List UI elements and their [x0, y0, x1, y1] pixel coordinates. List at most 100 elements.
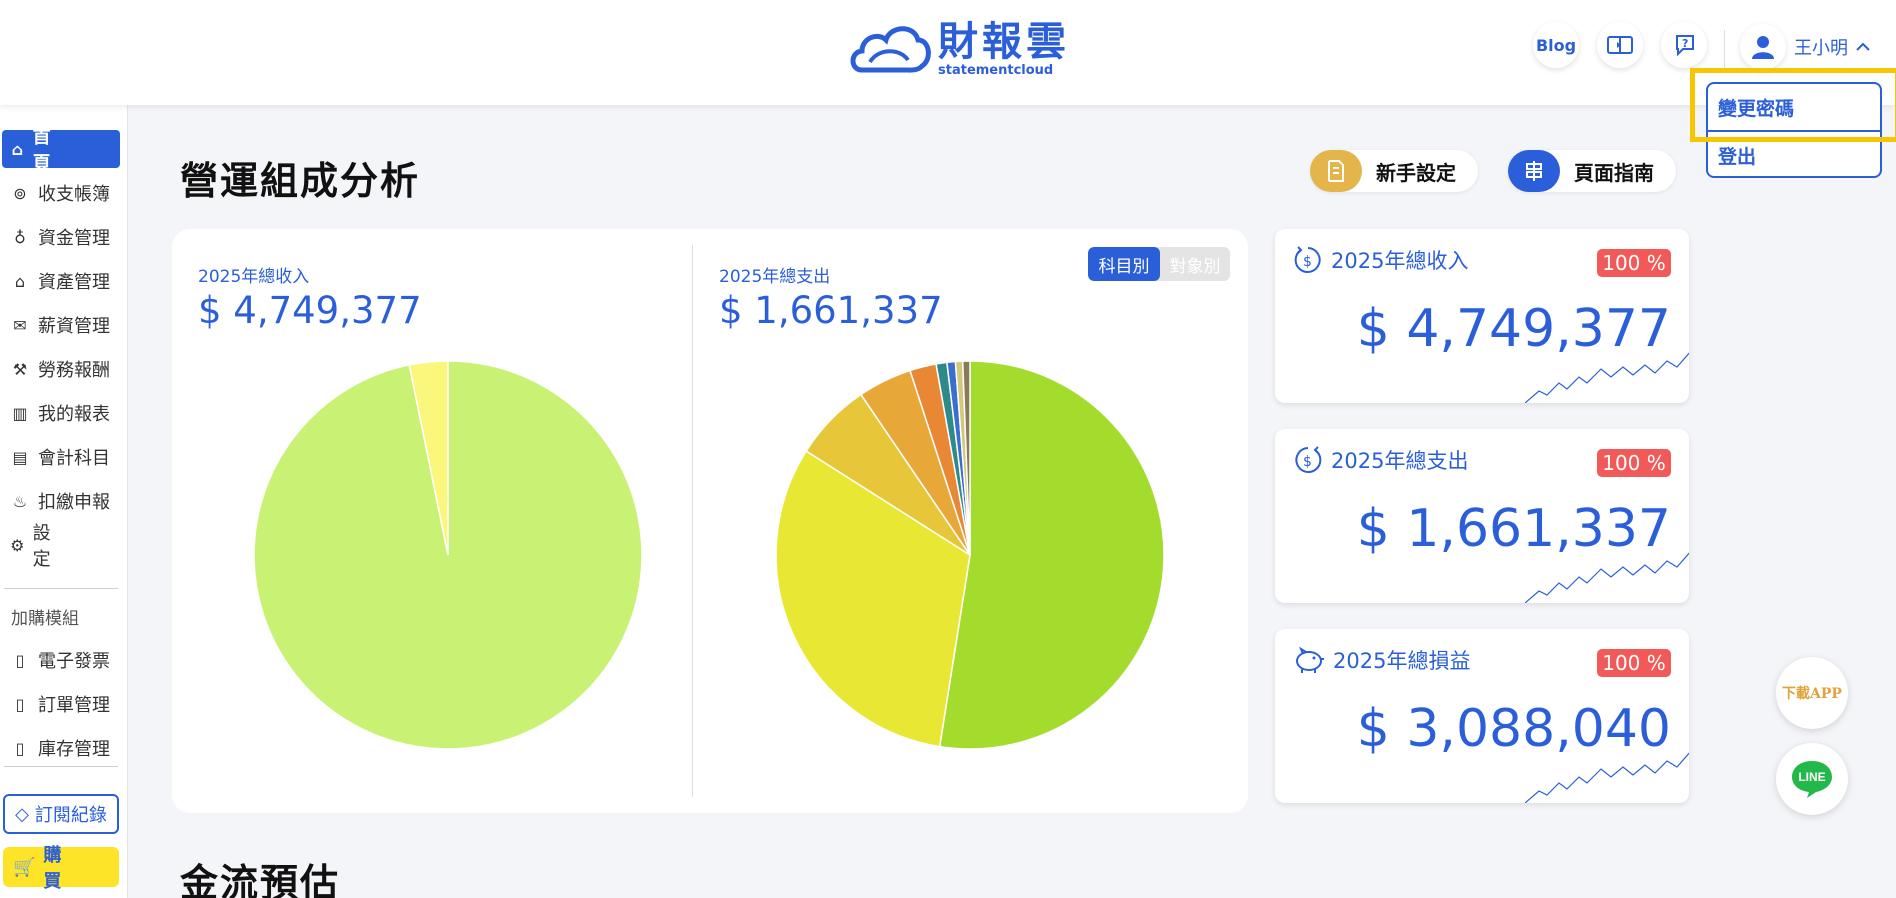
sidebar-item-label: 庫存管理: [38, 739, 110, 760]
sidebar-item-label: 勞務報酬: [38, 360, 110, 381]
withholding-icon: ♨: [12, 491, 28, 511]
page-title: 營運組成分析: [180, 159, 421, 203]
sidebar-item-reports[interactable]: ▥ 我的報表: [2, 394, 120, 432]
video-book-icon: [1607, 36, 1633, 54]
help-chat-icon: ?: [1676, 35, 1694, 57]
download-app-label: 下載APP: [1782, 686, 1842, 702]
coin-icon: ⊚: [13, 183, 27, 203]
profit-stat-card: 2025年總損益 100 % $ 3,088,040: [1275, 629, 1689, 803]
signpost-icon: [1508, 150, 1560, 192]
header-divider: [1724, 30, 1725, 70]
income-stat-card: $ 2025年總收入 100 % $ 4,749,377: [1275, 229, 1689, 403]
subscription-label: 訂閱紀錄: [34, 805, 107, 826]
sparkline: [1525, 352, 1689, 403]
sidebar-item-label: 訂單管理: [38, 695, 110, 716]
change-password-item[interactable]: 變更密碼: [1708, 84, 1880, 130]
settings-icon: ⚙: [10, 535, 25, 555]
line-button[interactable]: LINE: [1776, 743, 1848, 815]
sidebar-item-settings[interactable]: ⚙ 設 定: [2, 523, 120, 570]
setup-icon: [1310, 150, 1362, 192]
sidebar-item-funds[interactable]: ♁ 資金管理: [2, 218, 120, 256]
expense-cycle-icon: $: [1295, 446, 1322, 473]
sidebar-item-labor[interactable]: ⚒ 勞務報酬: [2, 350, 120, 388]
help-chat-button[interactable]: ?: [1661, 22, 1707, 68]
toggle-by-party[interactable]: 對象別: [1160, 247, 1230, 281]
line-label: LINE: [1798, 770, 1825, 784]
addon-section-title: 加購模組: [11, 609, 79, 629]
svg-text:$: $: [1303, 454, 1312, 470]
user-dropdown: 變更密碼 登出: [1706, 82, 1882, 178]
report-chart-icon: ▥: [12, 403, 28, 423]
expense-chart-value: $ 1,661,337: [719, 289, 943, 332]
user-menu[interactable]: 王小明: [1740, 24, 1870, 70]
blog-label: Blog: [1535, 35, 1577, 55]
page-guide-button[interactable]: 頁面指南: [1508, 150, 1676, 192]
sidebar-item-label: 設 定: [32, 523, 113, 570]
sidebar-item-label: 資產管理: [38, 272, 110, 293]
app-logo[interactable]: 財報雲 statementcloud: [848, 18, 1070, 80]
video-tutorial-button[interactable]: [1597, 22, 1643, 68]
user-icon: [1752, 36, 1774, 59]
ledger-icon: ▤: [12, 447, 28, 467]
cart-icon: 🛒: [13, 856, 36, 878]
sidebar-item-label: 首 頁: [32, 127, 113, 174]
expense-pie-slice-0[interactable]: [938, 360, 1165, 750]
sidebar-item-withholding[interactable]: ♨ 扣繳申報: [2, 482, 120, 520]
invoice-icon: ▯: [15, 650, 25, 670]
sidebar-item-label: 電子發票: [38, 651, 110, 672]
setup-guide-button[interactable]: 新手設定: [1310, 150, 1478, 192]
sidebar-item-orders[interactable]: ▯ 訂單管理: [2, 685, 120, 723]
percent-badge: 100 %: [1597, 649, 1671, 677]
income-pie-chart: [253, 360, 643, 750]
setup-label: 新手設定: [1376, 160, 1456, 185]
user-name: 王小明: [1794, 38, 1848, 59]
order-icon: ▯: [15, 694, 25, 714]
sidebar-divider: [4, 588, 118, 589]
top-header: 財報雲 statementcloud Blog ? 王小明: [0, 0, 1896, 105]
inventory-icon: ▯: [15, 738, 25, 758]
sidebar-item-inventory[interactable]: ▯ 庫存管理: [2, 729, 120, 767]
buy-label: 購 買: [43, 845, 124, 892]
salary-icon: ✉: [13, 315, 27, 335]
sidebar-item-label: 我的報表: [38, 404, 110, 425]
line-chat-icon: LINE: [1792, 761, 1832, 798]
percent-badge: 100 %: [1597, 449, 1671, 477]
chevron-up-icon: [1856, 42, 1870, 51]
avatar[interactable]: [1740, 24, 1786, 70]
labor-icon: ⚒: [12, 359, 28, 379]
home-icon: ⌂: [11, 139, 24, 159]
logo-subtitle: statementcloud: [938, 62, 1054, 78]
sidebar-item-label: 薪資管理: [38, 316, 110, 337]
subscription-record-button[interactable]: ◇ 訂閱紀錄: [3, 794, 119, 834]
sparkline: [1525, 552, 1689, 603]
sidebar-item-label: 扣繳申報: [38, 492, 110, 513]
sidebar-item-label: 收支帳簿: [38, 184, 110, 205]
sidebar-item-label: 資金管理: [38, 228, 110, 249]
toggle-by-account[interactable]: 科目別: [1088, 247, 1160, 281]
fund-icon: ♁: [14, 227, 26, 247]
blog-button[interactable]: Blog: [1533, 22, 1579, 68]
sidebar-divider: [4, 766, 118, 767]
percent-badge: 100 %: [1597, 249, 1671, 277]
sidebar-item-ledger[interactable]: ⊚ 收支帳簿: [2, 174, 120, 212]
download-app-button[interactable]: 下載APP: [1776, 657, 1848, 729]
cloud-logo-icon: [850, 26, 931, 73]
asset-icon: ⌂: [14, 271, 26, 291]
buy-button[interactable]: 🛒 購 買: [3, 845, 119, 892]
expense-chart-label: 2025年總支出: [719, 267, 831, 287]
sidebar-item-label: 會計科目: [38, 448, 110, 469]
income-chart-value: $ 4,749,377: [198, 289, 422, 332]
sidebar-item-assets[interactable]: ⌂ 資產管理: [2, 262, 120, 300]
income-cycle-icon: $: [1294, 246, 1321, 273]
sparkline: [1525, 752, 1689, 803]
sidebar-item-accounts[interactable]: ▤ 會計科目: [2, 438, 120, 476]
category-toggle[interactable]: 科目別 對象別: [1088, 247, 1230, 281]
income-chart-label: 2025年總收入: [198, 267, 310, 287]
stat-label: 2025年總支出: [1331, 449, 1469, 473]
sidebar-item-einvoice[interactable]: ▯ 電子發票: [2, 641, 120, 679]
sidebar-item-salary[interactable]: ✉ 薪資管理: [2, 306, 120, 344]
logout-item[interactable]: 登出: [1708, 132, 1880, 178]
chart-divider: [692, 245, 693, 797]
sidebar-item-home[interactable]: ⌂ 首 頁: [2, 127, 120, 174]
logo-title: 財報雲: [938, 18, 1070, 65]
